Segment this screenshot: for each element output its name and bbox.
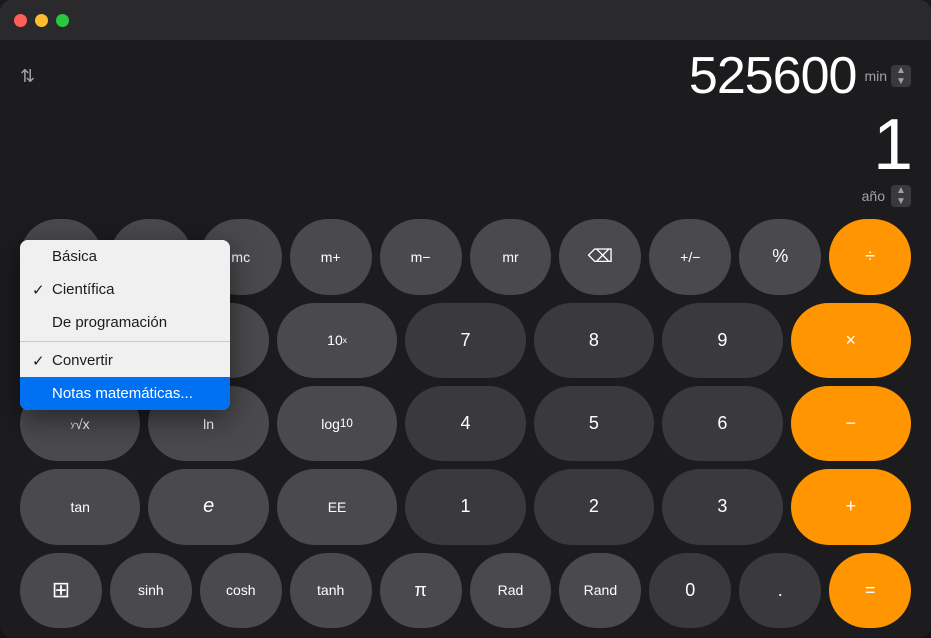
add-button[interactable]: + [791,469,911,544]
m-minus-button[interactable]: m− [380,219,462,294]
menu-separator [20,341,230,342]
pi-button[interactable]: π [380,553,462,628]
subtract-button[interactable]: − [791,386,911,461]
m-plus-button[interactable]: m+ [290,219,372,294]
conversion-value: 525600 [689,50,857,102]
seven-button[interactable]: 7 [405,303,525,378]
nine-button[interactable]: 9 [662,303,782,378]
backspace-icon: ⌫ [588,246,613,267]
menu-item-convertir[interactable]: Convertir [20,344,230,377]
plus-minus-button[interactable]: +/− [649,219,731,294]
menu-item-cientifica[interactable]: Científica [20,273,230,306]
minimize-button[interactable] [35,14,48,27]
eight-button[interactable]: 8 [534,303,654,378]
calc-icon-button[interactable]: ⊞ [20,553,102,628]
decimal-button[interactable]: . [739,553,821,628]
close-button[interactable] [14,14,27,27]
main-unit-stepper[interactable]: ▲ ▼ [891,185,911,207]
rad-button[interactable]: Rad [470,553,552,628]
divide-button[interactable]: ÷ [829,219,911,294]
menu-item-programacion[interactable]: De programación [20,306,230,339]
main-display-container: 1 [20,106,911,185]
tan-button[interactable]: tan [20,469,140,544]
sinh-button[interactable]: sinh [110,553,192,628]
conversion-unit-stepper[interactable]: ▲ ▼ [891,65,911,87]
zero-button[interactable]: 0 [649,553,731,628]
conversion-unit-selector[interactable]: min ▲ ▼ [864,65,911,87]
ee-button[interactable]: EE [277,469,397,544]
menu-item-notas[interactable]: Notas matemáticas... [20,377,230,410]
sort-icon[interactable]: ⇅ [20,66,35,87]
titlebar [0,0,931,40]
mr-button[interactable]: mr [470,219,552,294]
view-menu: Básica Científica De programación Conver… [20,240,230,410]
one-button[interactable]: 1 [405,469,525,544]
three-button[interactable]: 3 [662,469,782,544]
conversion-unit-label: min [864,68,887,84]
conversion-display: 525600 min ▲ ▼ [689,50,911,102]
multiply-button[interactable]: × [791,303,911,378]
button-row-4: tan e EE 1 2 3 + [20,469,911,544]
cosh-button[interactable]: cosh [200,553,282,628]
equals-button[interactable]: = [829,553,911,628]
rand-button[interactable]: Rand [559,553,641,628]
maximize-button[interactable] [56,14,69,27]
two-button[interactable]: 2 [534,469,654,544]
percent-button[interactable]: % [739,219,821,294]
e-button[interactable]: e [148,469,268,544]
four-button[interactable]: 4 [405,386,525,461]
log10-button[interactable]: log10 [277,386,397,461]
tanh-button[interactable]: tanh [290,553,372,628]
main-display-value: 1 [20,106,911,185]
five-button[interactable]: 5 [534,386,654,461]
traffic-lights [14,14,69,27]
calculator-window: ⇅ 525600 min ▲ ▼ 1 año ▲ ▼ [0,0,931,638]
backspace-button[interactable]: ⌫ [559,219,641,294]
conversion-row: ⇅ 525600 min ▲ ▼ [20,50,911,102]
menu-item-basica[interactable]: Básica [20,240,230,273]
main-unit-label: año [862,188,885,204]
button-row-5: ⊞ sinh cosh tanh π Rad Rand 0 . = [20,553,911,628]
10x-button[interactable]: 10x [277,303,397,378]
six-button[interactable]: 6 [662,386,782,461]
main-unit-row: año ▲ ▼ [20,185,911,207]
